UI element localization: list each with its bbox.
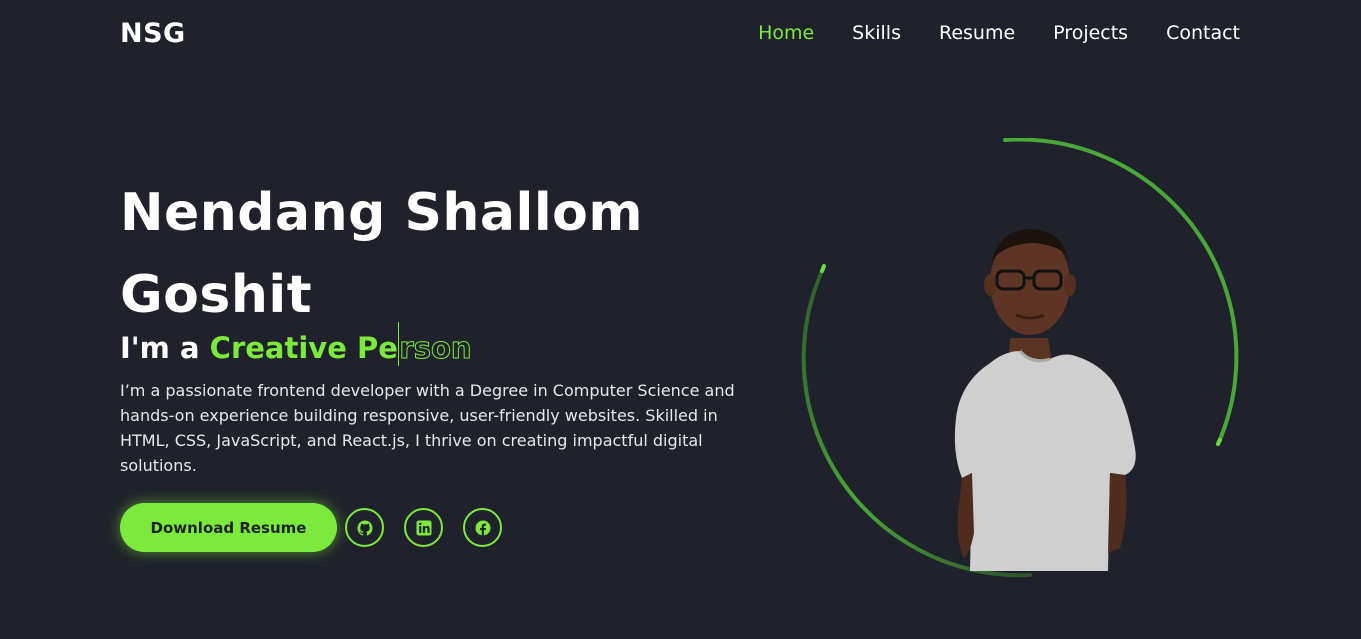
- site-logo[interactable]: NSG: [120, 18, 186, 49]
- role-typed-text: Creative Pe: [209, 331, 398, 365]
- nav-link-projects[interactable]: Projects: [1053, 22, 1128, 44]
- nav-link-contact[interactable]: Contact: [1166, 22, 1240, 44]
- facebook-link[interactable]: [463, 508, 502, 547]
- role-prefix: I'm a: [120, 331, 200, 365]
- navbar: NSG Home Skills Resume Projects Contact: [0, 0, 1361, 68]
- portrait-section: [800, 138, 1242, 578]
- hero-bio: I’m a passionate frontend developer with…: [120, 381, 735, 475]
- hero-name: Nendang Shallom Goshit: [120, 183, 644, 325]
- role-typewriter: I'm a Creative Person: [120, 322, 472, 366]
- github-icon: [357, 520, 373, 535]
- nav-link-home[interactable]: Home: [758, 22, 814, 44]
- nav-links: Home Skills Resume Projects Contact: [720, 22, 1240, 44]
- download-resume-button[interactable]: Download Resume: [120, 503, 337, 552]
- linkedin-link[interactable]: [404, 508, 443, 547]
- role-untyped-text: rson: [399, 331, 472, 366]
- nav-link-resume[interactable]: Resume: [939, 22, 1015, 44]
- nav-link-skills[interactable]: Skills: [852, 22, 901, 44]
- facebook-icon: [475, 520, 490, 535]
- linkedin-icon: [416, 520, 431, 535]
- github-link[interactable]: [345, 508, 384, 547]
- profile-photo: [954, 229, 1136, 571]
